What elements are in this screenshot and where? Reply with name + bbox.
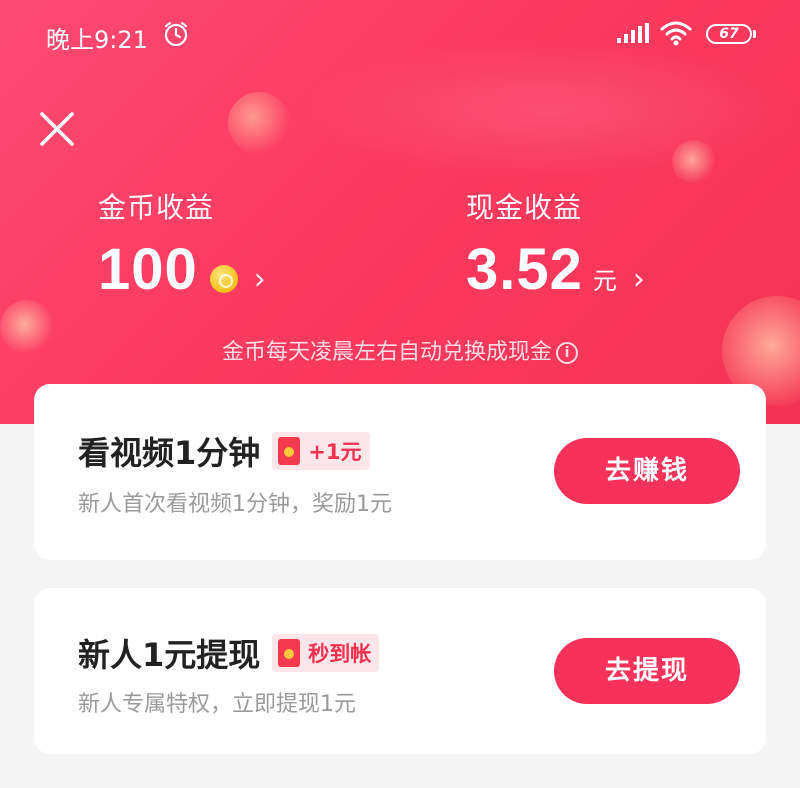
red-envelope-icon: [278, 437, 301, 465]
status-bar: 晚上9:21 67: [0, 0, 800, 68]
reward-tag: 秒到帐: [272, 634, 380, 672]
cash-earnings-label: 现金收益: [466, 191, 583, 224]
wifi-icon: [660, 21, 692, 46]
decorative-bubble: [228, 92, 290, 154]
chevron-right-icon: ›: [632, 262, 645, 297]
signal-icon: [617, 23, 649, 43]
exchange-note-text: 金币每天凌晨左右自动兑换成现金: [221, 340, 552, 365]
cash-earnings: 现金收益 3.52 元 ›: [466, 186, 645, 303]
earn-money-button[interactable]: 去赚钱: [554, 438, 740, 504]
coin-icon: [209, 265, 238, 293]
chevron-right-icon: ›: [253, 262, 266, 297]
cash-earnings-value: 3.52: [466, 237, 583, 302]
battery-tip: [753, 30, 756, 38]
alarm-icon: [164, 21, 188, 47]
red-envelope-icon: [278, 639, 301, 667]
battery-icon: 67: [706, 24, 752, 44]
coin-earnings-link[interactable]: 100 ›: [98, 236, 266, 303]
coin-earnings-label: 金币收益: [98, 191, 215, 224]
cash-unit: 元: [592, 267, 617, 295]
withdraw-button[interactable]: 去提现: [554, 638, 740, 704]
task-title-row: 看视频1分钟 +1元: [78, 428, 370, 474]
task-title: 看视频1分钟: [78, 434, 261, 472]
task-description: 新人专属特权，立即提现1元: [78, 692, 356, 717]
close-icon[interactable]: [38, 110, 76, 148]
decorative-bubble: [672, 140, 716, 184]
info-icon[interactable]: i: [556, 342, 578, 364]
reward-tag: +1元: [272, 432, 370, 470]
exchange-note: 金币每天凌晨左右自动兑换成现金 i: [0, 334, 800, 366]
battery-level: 67: [719, 26, 739, 42]
task-title: 新人1元提现: [78, 636, 261, 674]
reward-tag-text: +1元: [308, 440, 362, 464]
status-time: 晚上9:21: [46, 26, 148, 54]
task-title-row: 新人1元提现 秒到帐: [78, 630, 380, 676]
cash-earnings-link[interactable]: 3.52 元 ›: [466, 236, 645, 303]
coin-earnings-value: 100: [98, 237, 198, 302]
task-description: 新人首次看视频1分钟，奖励1元: [78, 492, 392, 517]
coin-earnings: 金币收益 100 ›: [98, 186, 266, 303]
reward-tag-text: 秒到帐: [308, 642, 372, 666]
